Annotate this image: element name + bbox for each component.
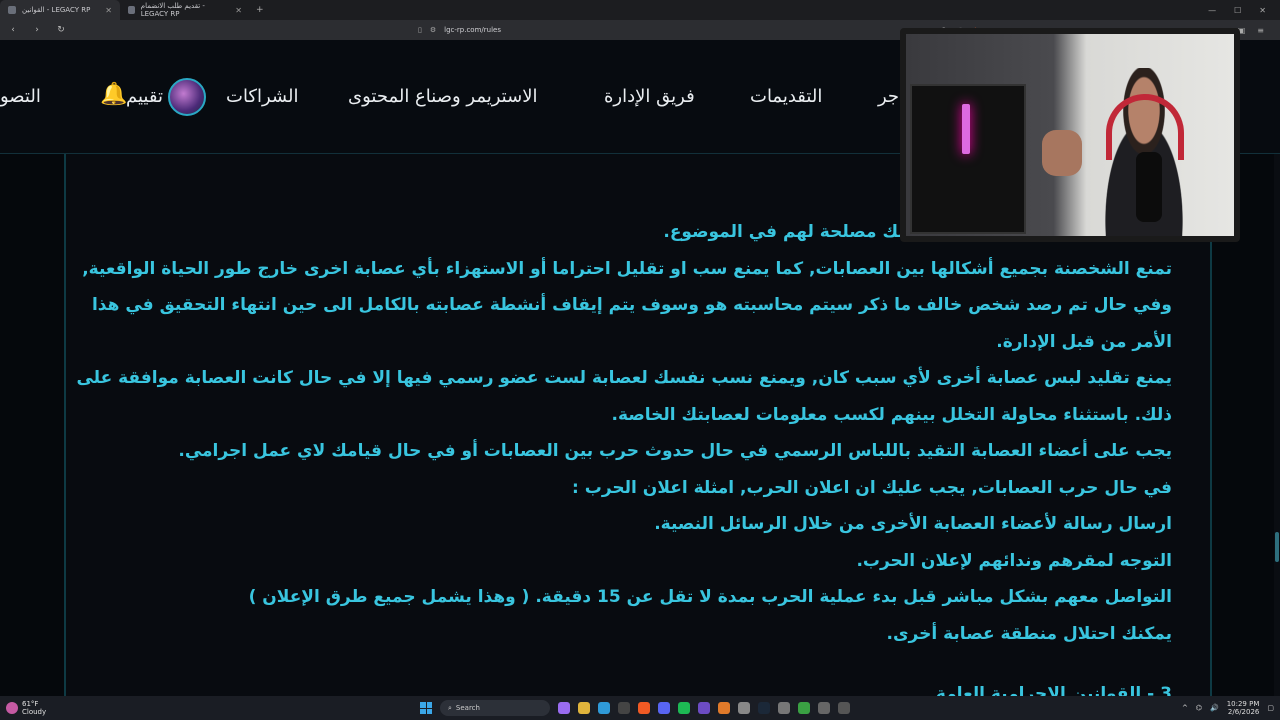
chevron-up-icon[interactable]: ^ <box>1182 704 1188 712</box>
nav-item-vote[interactable]: التصو <box>0 86 41 107</box>
app-icon[interactable] <box>818 702 830 714</box>
nav-item-rating[interactable]: تقييم <box>126 86 163 107</box>
rule-line: تمنع الشخصنة بجميع أشكالها بين العصابات,… <box>82 258 1172 279</box>
window-controls: — ☐ ✕ <box>1208 6 1280 15</box>
taskbar-apps: ⌕ Search <box>420 700 850 716</box>
rule-line: التواصل معهم بشكل مباشر قبل بدء عملية ال… <box>248 587 1172 607</box>
webcam-overlay <box>900 28 1240 242</box>
minimize-icon[interactable]: — <box>1208 6 1216 15</box>
close-tab-icon[interactable]: ✕ <box>105 6 112 15</box>
url-text: lgc-rp.com/rules <box>444 26 501 34</box>
rules-text: عصابة أخرى إلا في حال كان هنالك مصلحة له… <box>76 214 1173 652</box>
bookmark-icon[interactable]: ▯ <box>418 26 422 34</box>
browser-tab-bar: القوانين - LEGACY RP ✕ تقديم طلب الانضما… <box>0 0 1280 20</box>
discord-icon[interactable] <box>658 702 670 714</box>
nav-item-partners[interactable]: الشراكات <box>226 86 298 107</box>
nav-item-store[interactable]: جر <box>878 86 899 107</box>
steam-icon[interactable] <box>758 702 770 714</box>
cloud-app-icon[interactable] <box>718 702 730 714</box>
rule-line: التوجه لمقرهم وندائهم لإعلان الحرب. <box>856 550 1172 571</box>
settings-icon[interactable] <box>778 702 790 714</box>
weather-text: Cloudy <box>22 708 47 716</box>
start-icon[interactable] <box>420 702 432 714</box>
rule-line: ارسال رسالة لأعضاء العصابة الأخرى من خلا… <box>654 514 1172 534</box>
rule-line: وفي حال تم رصد شخص خالف ما ذكر سيتم محاس… <box>91 295 1172 315</box>
tab-label: القوانين - LEGACY RP <box>22 6 91 14</box>
app-icon[interactable] <box>838 702 850 714</box>
network-icon[interactable]: ⌬ <box>1196 704 1202 712</box>
nav-item-admin-team[interactable]: فريق الإدارة <box>604 86 695 107</box>
rule-line: يمكنك احتلال منطقة عصابة أخرى. <box>886 623 1173 644</box>
toolbar-actions: ▣ ≡ <box>1238 26 1274 35</box>
close-tab-icon[interactable]: ✕ <box>235 6 242 15</box>
rule-line: يمنع تقليد لبس عصابة أخرى لأي سبب كان, و… <box>76 368 1172 388</box>
rule-line: الأمر من قبل الإدارة. <box>996 331 1172 352</box>
windows-taskbar: 61°F Cloudy ⌕ Search ^ ⌬ 🔊 10:29 PM 2/6/… <box>0 696 1280 720</box>
nav-item-applications[interactable]: التقديمات <box>750 86 822 107</box>
rule-line: يجب على أعضاء العصابة التقيد باللباس الر… <box>178 441 1172 461</box>
streamer-hand <box>1042 130 1082 176</box>
clock-time: 10:29 PM <box>1226 700 1260 708</box>
xbox-icon[interactable] <box>798 702 810 714</box>
clock-date: 2/6/2026 <box>1227 708 1260 716</box>
nav-item-streamers[interactable]: الاستريمر وصناع المحتوى <box>348 86 537 107</box>
weather-temp: 61°F <box>22 700 39 708</box>
search-placeholder: Search <box>455 704 480 712</box>
rgb-light <box>962 104 970 154</box>
forward-icon[interactable]: › <box>30 25 44 35</box>
file-explorer-icon[interactable] <box>578 702 590 714</box>
site-favicon-icon <box>128 6 135 14</box>
weather-icon <box>6 702 18 714</box>
site-favicon-icon <box>8 6 16 14</box>
rule-line: في حال حرب العصابات, يجب عليك ان اعلان ا… <box>572 477 1172 498</box>
address-bar[interactable]: ▯ ⚙ lgc-rp.com/rules ⊕ ↗ ◆ <box>418 23 978 37</box>
volume-icon[interactable]: 🔊 <box>1210 704 1219 712</box>
user-avatar[interactable] <box>168 78 206 116</box>
copilot-icon[interactable] <box>558 702 570 714</box>
edge-icon[interactable] <box>598 702 610 714</box>
microphone <box>1136 152 1162 222</box>
back-icon[interactable]: ‹ <box>6 25 20 35</box>
system-tray: ^ ⌬ 🔊 10:29 PM 2/6/2026 ▢ <box>1182 700 1274 716</box>
tab-rules[interactable]: القوانين - LEGACY RP ✕ <box>0 0 120 20</box>
brave-icon[interactable] <box>638 702 650 714</box>
app-icon[interactable] <box>698 702 710 714</box>
search-icon: ⌕ <box>448 703 452 712</box>
site-info-icon[interactable]: ⚙ <box>430 26 436 34</box>
weather-widget[interactable]: 61°F Cloudy <box>0 700 130 716</box>
notification-bell-icon[interactable]: 🔔 <box>100 82 127 108</box>
maximize-icon[interactable]: ☐ <box>1234 6 1241 15</box>
menu-icon[interactable]: ≡ <box>1257 26 1264 35</box>
scrollbar-thumb[interactable] <box>1275 532 1279 562</box>
tab-label: تقديم طلب الانضمام - LEGACY RP <box>140 2 205 18</box>
reload-icon[interactable]: ↻ <box>54 25 68 35</box>
clock[interactable]: 10:29 PM 2/6/2026 <box>1227 700 1260 716</box>
obs-icon[interactable] <box>738 702 750 714</box>
taskbar-search[interactable]: ⌕ Search <box>440 700 550 716</box>
page-scrollbar[interactable] <box>1274 154 1280 700</box>
spotify-icon[interactable] <box>678 702 690 714</box>
store-icon[interactable] <box>618 702 630 714</box>
new-tab-button[interactable]: + <box>250 5 270 15</box>
close-window-icon[interactable]: ✕ <box>1259 6 1266 15</box>
rule-line: ذلك. باستثناء محاولة التخلل بينهم لكسب م… <box>611 404 1172 425</box>
notifications-icon[interactable]: ▢ <box>1267 704 1274 712</box>
tab-apply[interactable]: تقديم طلب الانضمام - LEGACY RP ✕ <box>120 0 250 20</box>
